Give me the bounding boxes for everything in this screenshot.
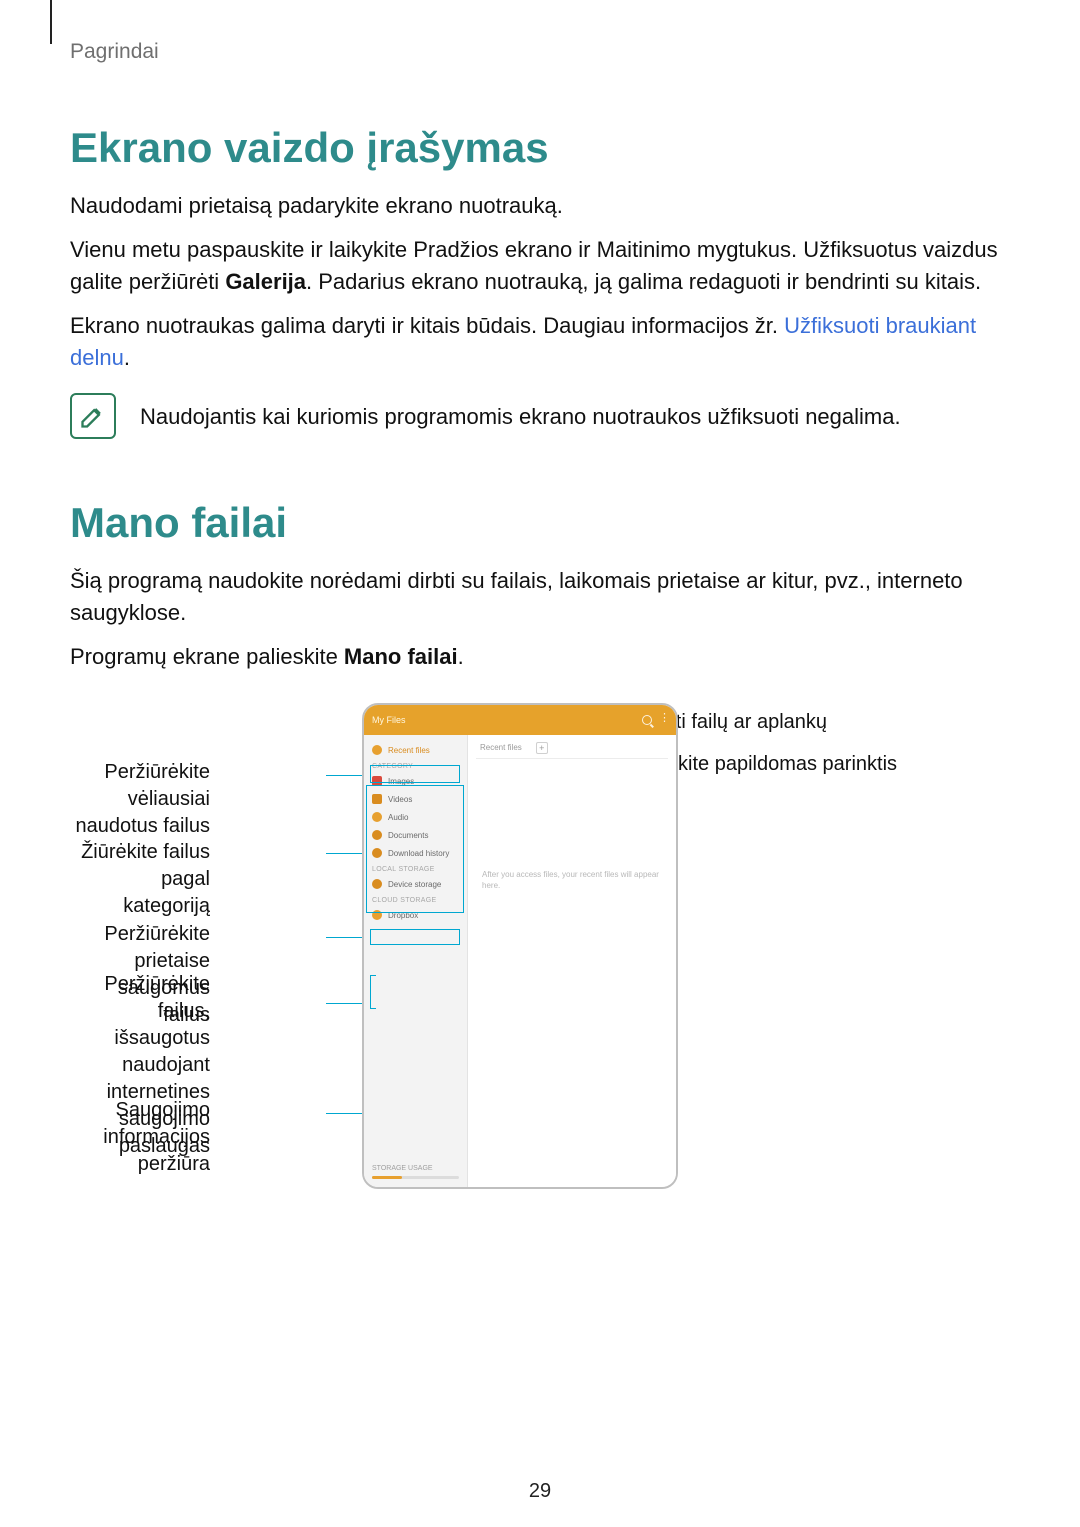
- highlight-category: [366, 785, 464, 913]
- sidebar-storage[interactable]: STORAGE USAGE: [364, 1165, 467, 1179]
- sec2-p2-a: Programų ekrane palieskite: [70, 644, 344, 669]
- breadcrumb: Pagrindai: [70, 40, 1010, 64]
- titlebar: My Files: [364, 705, 676, 735]
- sec2-p2-bold: Mano failai: [344, 644, 458, 669]
- callout-recent: Peržiūrėkite vėliausiai naudotus failus: [70, 759, 210, 840]
- highlight-recent: [370, 765, 460, 783]
- leader-storage: [326, 1113, 364, 1114]
- sec1-p2-c: . Padarius ekrano nuotrauką, ją galima r…: [306, 269, 981, 294]
- leader-category: [326, 853, 364, 854]
- more-icon[interactable]: [658, 715, 668, 725]
- figure: Ieškoti failų ar aplankų Pasiekite papil…: [70, 703, 1010, 1263]
- sec2-p1: Šią programą naudokite norėdami dirbti s…: [70, 565, 1010, 629]
- side-rule: [50, 0, 52, 44]
- section-title-screen-capture: Ekrano vaizdo įrašymas: [70, 124, 1010, 172]
- add-tab-button[interactable]: +: [536, 742, 548, 754]
- sec1-p3-a: Ekrano nuotraukas galima daryti ir kitai…: [70, 313, 784, 338]
- sec1-p3-c: .: [124, 345, 130, 370]
- highlight-device: [370, 929, 460, 945]
- callout-category: Žiūrėkite failus pagal kategoriją: [70, 839, 210, 920]
- sidebar-item-label: Recent files: [388, 746, 430, 755]
- pencil-icon: [79, 402, 107, 430]
- page-number: 29: [0, 1480, 1080, 1503]
- storage-label: STORAGE USAGE: [372, 1165, 459, 1172]
- content-tabs: Recent files +: [476, 741, 668, 759]
- tab-recent[interactable]: Recent files: [476, 741, 526, 754]
- sec1-p2-bold: Galerija: [225, 269, 306, 294]
- highlight-cloud-bracket: [370, 975, 376, 1009]
- content-area: Recent files + After you access files, y…: [468, 735, 676, 1187]
- search-icon[interactable]: [642, 715, 652, 725]
- sidebar-item-recent[interactable]: Recent files: [364, 741, 467, 759]
- storage-bar: [372, 1176, 459, 1179]
- sec2-p2: Programų ekrane palieskite Mano failai.: [70, 641, 1010, 673]
- sec2-p2-c: .: [458, 644, 464, 669]
- sec1-p2: Vienu metu paspauskite ir laikykite Prad…: [70, 234, 1010, 298]
- clock-icon: [372, 745, 382, 755]
- note-text: Naudojantis kai kuriomis programomis ekr…: [140, 401, 901, 433]
- note-row: Naudojantis kai kuriomis programomis ekr…: [70, 393, 1010, 439]
- note-icon: [70, 393, 116, 439]
- content-message: After you access files, your recent file…: [476, 869, 668, 891]
- sec1-p1: Naudodami prietaisą padarykite ekrano nu…: [70, 190, 1010, 222]
- titlebar-text: My Files: [372, 715, 406, 725]
- callout-storage: Saugojimo informacijos peržiūra: [70, 1097, 210, 1178]
- sec1-p3: Ekrano nuotraukas galima daryti ir kitai…: [70, 310, 1010, 374]
- section-title-my-files: Mano failai: [70, 499, 1010, 547]
